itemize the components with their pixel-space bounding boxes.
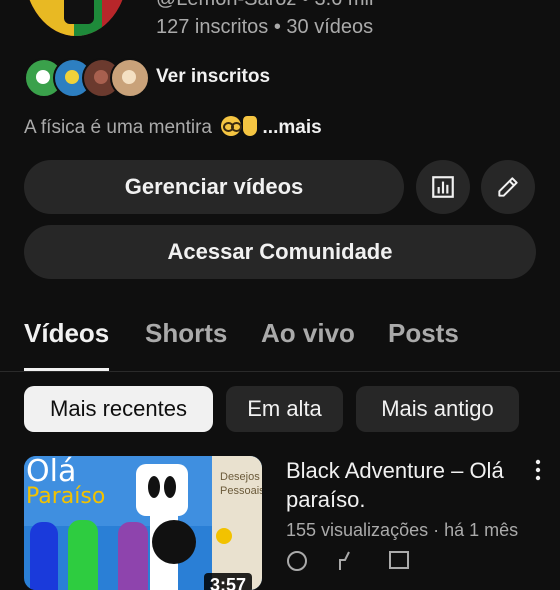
stats-separator: • [268, 16, 287, 38]
video-options-button[interactable] [530, 458, 546, 482]
meta-separator: · [428, 520, 445, 540]
video-views: 155 visualizações [286, 520, 429, 540]
video-age: há 1 mês [444, 520, 519, 540]
like-icon [339, 551, 350, 570]
channel-description[interactable]: A física é uma mentira ...mais [24, 116, 322, 139]
video-duration: 3:57 [203, 573, 252, 590]
community-button[interactable]: Acessar Comunidade [24, 225, 536, 279]
description-more-link[interactable]: ...mais [263, 117, 322, 138]
channel-tabs: Vídeos Shorts Ao vivo Posts [0, 318, 560, 374]
tab-posts[interactable]: Posts [388, 318, 459, 349]
analytics-button[interactable] [416, 160, 470, 214]
video-count: 30 vídeos [286, 16, 374, 38]
manage-videos-button[interactable]: Gerenciar vídeos [24, 160, 404, 214]
subscriber-avatars[interactable] [24, 58, 150, 98]
channel-avatar[interactable] [24, 0, 128, 36]
video-thumbnail[interactable]: Desejos Pessoais Olá Paraíso 3:57 [24, 456, 262, 590]
edit-channel-button[interactable] [481, 160, 535, 214]
see-subscribers-link[interactable]: Ver inscritos [156, 66, 270, 88]
video-meta: 155 visualizações · há 1 mês [286, 520, 518, 541]
pointing-up-emoji-icon [243, 116, 258, 136]
tabs-divider [0, 371, 560, 372]
thumbnail-panel-text: Desejos Pessoais [220, 471, 262, 497]
globe-icon [287, 551, 307, 571]
edit-pencil-icon [498, 177, 518, 197]
analytics-icon [432, 176, 454, 198]
tab-videos[interactable]: Vídeos [24, 318, 109, 349]
thumbnail-subtitle-text: Paraíso [26, 484, 106, 509]
subscriber-count: 127 inscritos [156, 16, 269, 38]
channel-stats: 127 inscritos • 30 vídeos [156, 16, 373, 39]
description-text: A física é uma mentira [24, 117, 212, 138]
tab-shorts[interactable]: Shorts [145, 318, 227, 349]
more-vert-icon [535, 459, 541, 481]
chip-trending[interactable]: Em alta [226, 386, 343, 432]
video-status-icons [286, 548, 486, 571]
chip-most-recent[interactable]: Mais recentes [24, 386, 213, 432]
subscriber-avatar [110, 58, 150, 98]
tab-live[interactable]: Ao vivo [261, 318, 355, 349]
comment-icon [389, 551, 409, 569]
video-title[interactable]: Black Adventure – Olá paraíso. [286, 456, 512, 514]
chip-oldest[interactable]: Mais antigo [356, 386, 519, 432]
channel-handle: @Lemon-Saroz • 3.6 mil [156, 0, 373, 11]
nerd-face-emoji-icon [221, 116, 243, 136]
